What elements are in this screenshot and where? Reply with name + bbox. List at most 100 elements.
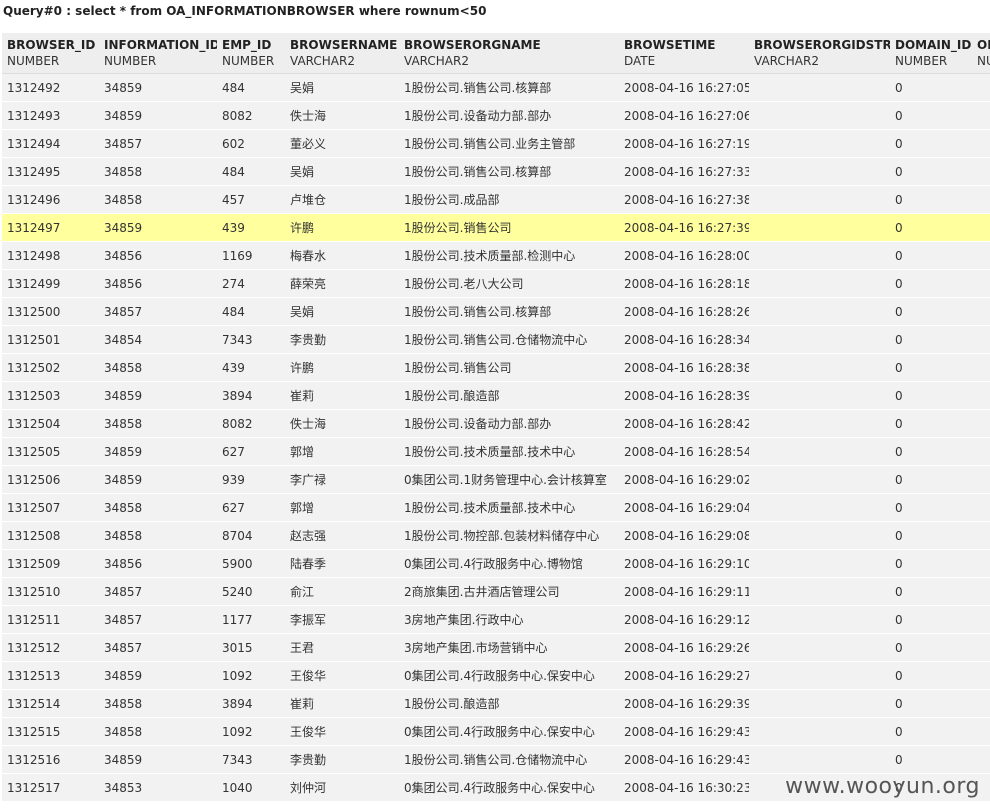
cell-information-id: 34858 [99,521,217,550]
cell-browser-id: 1312507 [2,493,99,522]
table-row[interactable]: 1312514 34858 3894 崔莉 1股份公司.酿造部 2008-04-16 16… [2,689,990,718]
table-row[interactable]: 1312492 34859 484 吴娟 1股份公司.销售公司.核算部 2008-04-1… [2,73,990,102]
table-row[interactable]: 1312508 34858 8704 赵志强 1股份公司.物控部.包装材料储存中心 200… [2,521,990,550]
cell-browsername: 薛荣亮 [285,269,399,298]
cell-browser-id: 1312510 [2,577,99,606]
table-row[interactable]: 1312495 34858 484 吴娟 1股份公司.销售公司.核算部 2008-04-1… [2,157,990,186]
table-row[interactable]: 1312509 34856 5900 陆春季 0集团公司.4行政服务中心.博物馆 2008… [2,549,990,578]
column-name: OI [977,38,990,52]
cell-browsetime: 2008-04-16 16:28:38 [619,353,749,382]
table-row[interactable]: 1312503 34859 3894 崔莉 1股份公司.酿造部 2008-04-16 16… [2,381,990,410]
table-row[interactable]: 1312504 34858 8082 佚士海 1股份公司.设备动力部.部办 2008-04… [2,409,990,438]
cell-browsername: 赵志强 [285,521,399,550]
table-row[interactable]: 1312507 34858 627 郭增 1股份公司.技术质量部.技术中心 2008-04… [2,493,990,522]
cell-emp-id: 1177 [217,605,285,634]
cell-domain-id: 0 [890,353,972,382]
cell-browsername: 吴娟 [285,73,399,102]
cell-truncated [972,493,990,522]
cell-browser-id: 1312516 [2,745,99,774]
cell-browser-id: 1312499 [2,269,99,298]
query-title: Query#0 : select * from OA_INFORMATIONBR… [3,4,487,18]
cell-browser-id: 1312492 [2,73,99,102]
cell-browserorgname: 1股份公司.销售公司 [399,213,619,242]
cell-browsetime: 2008-04-16 16:29:43 [619,745,749,774]
cell-domain-id: 0 [890,297,972,326]
table-row[interactable]: 1312506 34859 939 李广禄 0集团公司.1财务管理中心.会计核算室 200… [2,465,990,494]
cell-truncated [972,241,990,270]
cell-domain-id: 0 [890,269,972,298]
cell-browser-id: 1312509 [2,549,99,578]
cell-browsername: 李贵勤 [285,745,399,774]
table-row[interactable]: 1312494 34857 602 董必义 1股份公司.销售公司.业务主管部 2008-0… [2,129,990,158]
cell-browsername: 郭增 [285,437,399,466]
cell-emp-id: 8704 [217,521,285,550]
column-name: BROWSETIME [624,38,716,52]
column-header-truncated[interactable]: OI NU [972,33,990,74]
table-row[interactable]: 1312516 34859 7343 李贵勤 1股份公司.销售公司.仓储物流中心 2008… [2,745,990,774]
table-row[interactable]: 1312502 34858 439 许鹏 1股份公司.销售公司 2008-04-16 16… [2,353,990,382]
table-row[interactable]: 1312498 34856 1169 梅春水 1股份公司.技术质量部.检测中心 2008-… [2,241,990,270]
cell-browserorgname: 1股份公司.物控部.包装材料储存中心 [399,521,619,550]
table-row[interactable]: 1312510 34857 5240 俞江 2商旅集团.古井酒店管理公司 2008-04-… [2,577,990,606]
cell-browserorgidstr [749,325,890,354]
cell-browserorgname: 1股份公司.成品部 [399,185,619,214]
cell-information-id: 34858 [99,689,217,718]
column-header-emp-id[interactable]: EMP_ID NUMBER [217,33,285,74]
column-header-browserorgname[interactable]: BROWSERORGNAME VARCHAR2 [399,33,619,74]
table-row[interactable]: 1312493 34859 8082 佚士海 1股份公司.设备动力部.部办 2008-04… [2,101,990,130]
cell-domain-id: 0 [890,521,972,550]
cell-browsetime: 2008-04-16 16:27:33 [619,157,749,186]
cell-information-id: 34859 [99,437,217,466]
results-table: BROWSER_ID NUMBER INFORMATION_ID NUMBER … [2,33,990,802]
cell-information-id: 34856 [99,269,217,298]
cell-browsetime: 2008-04-16 16:28:39 [619,381,749,410]
cell-browsername: 梅春水 [285,241,399,270]
cell-emp-id: 7343 [217,325,285,354]
table-row[interactable]: 1312512 34857 3015 王君 3房地产集团.市场营销中心 2008-04-1… [2,633,990,662]
table-row[interactable]: 1312497 34859 439 许鹏 1股份公司.销售公司 2008-04-16 16… [2,213,990,242]
column-type: VARCHAR2 [404,54,469,68]
watermark: www.wooyun.org [785,774,980,799]
cell-browserorgidstr [749,297,890,326]
cell-domain-id: 0 [890,549,972,578]
column-type: VARCHAR2 [754,54,819,68]
cell-information-id: 34857 [99,297,217,326]
cell-browsetime: 2008-04-16 16:29:43 [619,717,749,746]
cell-emp-id: 939 [217,465,285,494]
cell-browserorgidstr [749,241,890,270]
cell-browsetime: 2008-04-16 16:27:38 [619,185,749,214]
cell-truncated [972,129,990,158]
table-row[interactable]: 1312500 34857 484 吴娟 1股份公司.销售公司.核算部 2008-04-1… [2,297,990,326]
cell-browserorgidstr [749,493,890,522]
column-header-information-id[interactable]: INFORMATION_ID NUMBER [99,33,217,74]
column-header-browsername[interactable]: BROWSERNAME VARCHAR2 [285,33,399,74]
cell-truncated [972,717,990,746]
cell-domain-id: 0 [890,577,972,606]
cell-browser-id: 1312512 [2,633,99,662]
table-row[interactable]: 1312496 34858 457 卢堆仓 1股份公司.成品部 2008-04-16 16… [2,185,990,214]
cell-domain-id: 0 [890,717,972,746]
table-row[interactable]: 1312515 34858 1092 王俊华 0集团公司.4行政服务中心.保安中心 200… [2,717,990,746]
cell-browsetime: 2008-04-16 16:29:02 [619,465,749,494]
cell-browser-id: 1312496 [2,185,99,214]
column-header-browserorgidstr[interactable]: BROWSERORGIDSTR VARCHAR2 [749,33,890,74]
column-header-browser-id[interactable]: BROWSER_ID NUMBER [2,33,99,74]
table-row[interactable]: 1312505 34859 627 郭增 1股份公司.技术质量部.技术中心 2008-04… [2,437,990,466]
cell-browserorgidstr [749,689,890,718]
column-header-browsetime[interactable]: BROWSETIME DATE [619,33,749,74]
cell-emp-id: 627 [217,493,285,522]
table-row[interactable]: 1312511 34857 1177 李振军 3房地产集团.行政中心 2008-04-16… [2,605,990,634]
cell-browserorgidstr [749,605,890,634]
table-row[interactable]: 1312513 34859 1092 王俊华 0集团公司.4行政服务中心.保安中心 200… [2,661,990,690]
cell-browserorgname: 1股份公司.销售公司.核算部 [399,157,619,186]
cell-emp-id: 5240 [217,577,285,606]
cell-information-id: 34858 [99,717,217,746]
cell-truncated [972,605,990,634]
cell-domain-id: 0 [890,129,972,158]
cell-browsername: 吴娟 [285,297,399,326]
cell-truncated [972,549,990,578]
table-row[interactable]: 1312499 34856 274 薛荣亮 1股份公司.老八大公司 2008-04-16 … [2,269,990,298]
column-header-domain-id[interactable]: DOMAIN_ID NUMBER [890,33,972,74]
column-type: NUMBER [7,54,60,68]
table-row[interactable]: 1312501 34854 7343 李贵勤 1股份公司.销售公司.仓储物流中心 2008… [2,325,990,354]
